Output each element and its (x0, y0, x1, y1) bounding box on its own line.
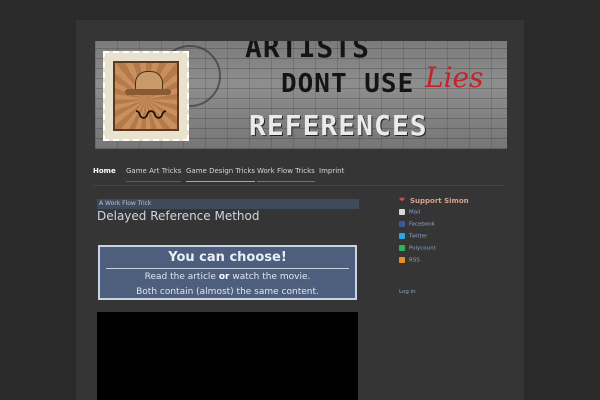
sidebar-link-facebook[interactable]: Facebook (399, 221, 435, 228)
choose-divider (106, 268, 349, 269)
sidebar-link-rss[interactable]: RSS (399, 257, 420, 264)
nav-divider (93, 185, 505, 186)
twitter-icon (399, 233, 405, 239)
main-navigation: Home Game Art Tricks Game Design Tricks … (93, 160, 505, 186)
mail-icon (399, 209, 405, 215)
banner-line-1: ARTISTS (245, 41, 371, 64)
nav-item-home[interactable]: Home (93, 167, 116, 182)
hat-brim-icon (125, 89, 171, 95)
sidebar-link-label: Twitter (409, 233, 428, 240)
banner-line-2: DONT USE (281, 69, 415, 99)
rss-icon (399, 257, 405, 263)
sidebar-link-twitter[interactable]: Twitter (399, 233, 427, 240)
choose-heading: You can choose! (168, 250, 287, 265)
sidebar-link-mail[interactable]: Mail (399, 209, 420, 216)
nav-item-work-flow-tricks[interactable]: Work Flow Tricks (257, 167, 315, 182)
choose-box: You can choose! Read the article or watc… (98, 245, 357, 300)
sidebar-link-label: RSS (409, 257, 420, 264)
choose-line-2: Both contain (almost) the same content. (136, 287, 319, 297)
support-title: Support Simon (410, 197, 469, 205)
polycount-icon (399, 245, 405, 251)
banner-line-3: REFERENCES (249, 109, 428, 142)
heart-icon: ❤ (399, 196, 405, 204)
nav-item-game-art-tricks[interactable]: Game Art Tricks (126, 167, 182, 182)
video-player[interactable] (97, 312, 358, 400)
post-category[interactable]: A Work Flow Trick (97, 199, 359, 209)
banner-scribble: Lies (425, 61, 484, 94)
nav-item-game-design-tricks[interactable]: Game Design Tricks (186, 167, 256, 182)
mustache-icon: 〰 (136, 99, 166, 134)
login-link[interactable]: Log in (399, 289, 416, 295)
nav-item-imprint[interactable]: Imprint (319, 167, 344, 182)
sidebar-link-label: Polycount (409, 245, 436, 252)
mustache-stamp-logo: 〰 (103, 51, 189, 141)
choose-line-1-or: or (218, 272, 230, 282)
choose-line-1: Read the article or watch the movie. (100, 272, 355, 282)
facebook-icon (399, 221, 405, 227)
choose-line-1-pre: Read the article (144, 272, 216, 282)
header-banner[interactable]: 〰 ARTISTS DONT USE REFERENCES Lies (95, 41, 507, 149)
post-title[interactable]: Delayed Reference Method (97, 209, 259, 223)
choose-line-1-post: watch the movie. (232, 272, 311, 282)
sidebar-link-label: Facebook (409, 221, 435, 228)
sidebar-link-polycount[interactable]: Polycount (399, 245, 436, 252)
stamp-illustration: 〰 (113, 61, 179, 134)
sidebar-link-label: Mail (409, 209, 421, 216)
